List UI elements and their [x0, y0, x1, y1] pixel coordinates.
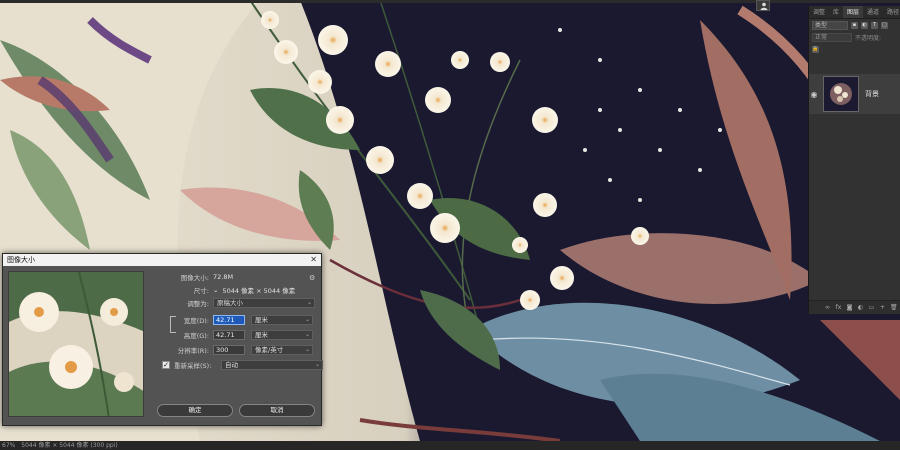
constrain-proportions-link-icon[interactable] [170, 316, 176, 333]
resample-checkbox[interactable]: ✓ [162, 360, 170, 369]
lock-icon[interactable]: 🔒 [812, 45, 819, 53]
tab-adjustments[interactable]: 调整 [809, 6, 829, 18]
resample-label: 重新采样(S): [174, 361, 212, 370]
resample-select[interactable]: 自动 ⌄ [221, 359, 323, 370]
chevron-down-icon: ⌄ [314, 360, 320, 368]
fx-icon[interactable]: fx [835, 304, 842, 311]
image-size-dialog: 图像大小 ✕ ⚙ 图像大小: 72.8M 尺寸: ⌄ 5044 像素 × 504… [2, 253, 323, 426]
image-size-value: 72.8M [213, 272, 234, 281]
gear-icon[interactable]: ⚙ [309, 274, 315, 282]
chevron-down-icon: ⌄ [304, 315, 310, 323]
width-unit-value: 厘米 [255, 315, 268, 324]
chevron-down-icon: ⌄ [304, 345, 310, 353]
layers-panel-footer: ∞ fx ◙ ◐ ▭ + 🗑 [809, 300, 900, 314]
resample-select-value: 自动 [225, 360, 238, 369]
panel-tabs: 调整 库 图层 通道 路径 [809, 6, 900, 19]
image-size-row: 图像大小: 72.8M [153, 271, 233, 282]
chevron-down-icon: ⌄ [304, 330, 310, 338]
resample-row: ✓ 重新采样(S): 自动 ⌄ [162, 359, 323, 370]
chevron-down-icon: ⌄ [306, 298, 312, 306]
image-preview[interactable] [8, 271, 144, 417]
fit-label: 调整为: [187, 299, 209, 308]
link-icon[interactable]: ∞ [824, 304, 831, 311]
width-row: 宽度(D): 42.71 厘米 ⌄ [153, 314, 313, 325]
close-icon[interactable]: ✕ [310, 254, 317, 266]
height-unit-value: 厘米 [255, 330, 268, 339]
layer-item-background[interactable]: ◉ 背景 [809, 74, 900, 114]
height-row: 高度(G): 42.71 厘米 ⌄ [153, 329, 313, 340]
type-filter-icon[interactable]: T [871, 21, 878, 29]
lock-row: 🔒 [809, 43, 900, 55]
chevron-down-icon[interactable]: ⌄ [213, 286, 218, 294]
width-label: 宽度(D): [183, 316, 209, 325]
resolution-row: 分辨率(R): 300 像素/英寸 ⌄ [153, 344, 313, 355]
opacity-label: 不透明度: [855, 34, 882, 42]
trash-icon[interactable]: 🗑 [890, 304, 898, 311]
shape-filter-icon[interactable]: □ [881, 21, 888, 29]
tab-channels[interactable]: 通道 [863, 6, 883, 18]
fit-select-value: 原稿大小 [217, 298, 243, 307]
pixel-filter-icon[interactable]: ▪ [851, 21, 858, 29]
eye-icon[interactable]: ◉ [809, 90, 819, 99]
tab-paths[interactable]: 路径 [883, 6, 900, 18]
image-size-label: 图像大小: [180, 273, 209, 282]
mask-icon[interactable]: ◙ [846, 304, 853, 311]
new-layer-icon[interactable]: + [879, 304, 886, 311]
layer-filter-row: 类型 ▪ ◐ T □ [809, 19, 900, 31]
resolution-label: 分辨率(R): [177, 346, 209, 355]
layer-thumbnail [823, 76, 859, 112]
dialog-title: 图像大小 [7, 256, 35, 264]
blend-mode-select[interactable]: 正常 [812, 32, 852, 42]
tab-libraries[interactable]: 库 [829, 6, 843, 18]
fit-select[interactable]: 原稿大小 ⌄ [213, 297, 315, 308]
status-bar: 67% 5044 像素 × 5044 像素 (300 ppi) [0, 441, 900, 450]
adjustment-icon[interactable]: ◐ [857, 304, 864, 311]
layer-kind-filter[interactable]: 类型 [812, 20, 848, 30]
group-icon[interactable]: ▭ [868, 304, 875, 311]
layers-panel: 调整 库 图层 通道 路径 类型 ▪ ◐ T □ 正常 不透明度: 🔒 ◉ 背景 [808, 6, 900, 314]
user-icon[interactable] [756, 0, 770, 11]
height-unit-select[interactable]: 厘米 ⌄ [251, 329, 313, 340]
dialog-titlebar[interactable]: 图像大小 ✕ [3, 254, 321, 266]
dimensions-row: 尺寸: ⌄ 5044 像素 × 5044 像素 [153, 284, 295, 295]
resolution-unit-select[interactable]: 像素/英寸 ⌄ [251, 344, 313, 355]
height-input[interactable]: 42.71 [213, 329, 245, 340]
adjustment-filter-icon[interactable]: ◐ [861, 21, 868, 29]
dimensions-label: 尺寸: [193, 286, 209, 295]
layer-name: 背景 [865, 90, 879, 98]
dimensions-value: 5044 像素 × 5044 像素 [222, 286, 296, 295]
zoom-level[interactable]: 67% [2, 442, 15, 449]
resolution-input[interactable]: 300 [213, 344, 245, 355]
blend-row: 正常 不透明度: [809, 31, 900, 43]
document-info: 5044 像素 × 5044 像素 (300 ppi) [21, 442, 118, 449]
height-label: 高度(G): [183, 331, 209, 340]
ok-button[interactable]: 确定 [157, 404, 233, 417]
tab-layers[interactable]: 图层 [843, 6, 864, 18]
resolution-unit-value: 像素/英寸 [255, 345, 284, 354]
width-input[interactable]: 42.71 [213, 314, 245, 325]
fit-row: 调整为: 原稿大小 ⌄ [153, 297, 315, 308]
width-unit-select[interactable]: 厘米 ⌄ [251, 314, 313, 325]
cancel-button[interactable]: 取消 [239, 404, 315, 417]
